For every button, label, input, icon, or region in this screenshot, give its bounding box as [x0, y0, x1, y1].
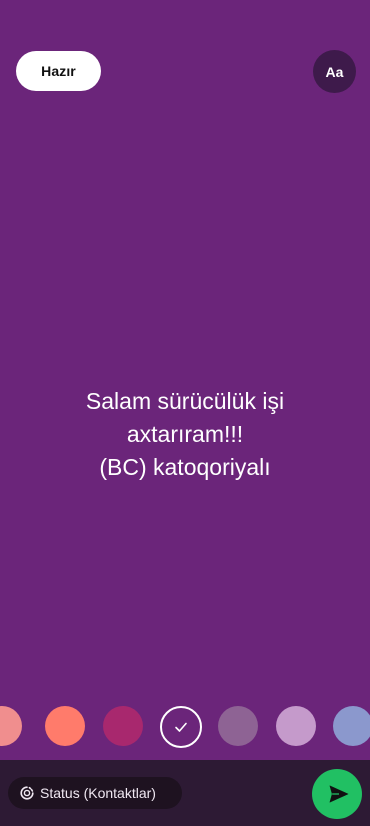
- status-text-line: (BC) katoqoriyalı: [99, 454, 271, 480]
- color-swatch[interactable]: [333, 706, 370, 746]
- color-swatch[interactable]: [276, 706, 316, 746]
- check-icon: [175, 722, 187, 732]
- send-icon: [329, 785, 348, 803]
- status-audience-button[interactable]: Status (Kontaktlar): [8, 777, 182, 809]
- done-button[interactable]: Hazır: [16, 51, 101, 91]
- color-palette: [0, 706, 370, 748]
- color-swatch[interactable]: [45, 706, 85, 746]
- color-swatch-selected[interactable]: [160, 706, 202, 748]
- bottom-bar: Status (Kontaktlar): [0, 760, 370, 826]
- color-swatch[interactable]: [0, 706, 22, 746]
- color-swatch[interactable]: [218, 706, 258, 746]
- font-style-button[interactable]: Aa: [313, 50, 356, 93]
- status-text-line: axtarıram!!!: [126, 421, 244, 447]
- status-audience-label: Status (Kontaktlar): [40, 785, 156, 801]
- color-swatch[interactable]: [103, 706, 143, 746]
- send-button[interactable]: [312, 769, 362, 819]
- status-text[interactable]: Salam sürücülük işi axtarıram!!! (BC) ka…: [20, 385, 350, 484]
- status-ring-icon: [19, 785, 35, 801]
- status-canvas[interactable]: Hazır Aa Salam sürücülük işi axtarıram!!…: [0, 0, 370, 760]
- status-text-line: Salam sürücülük işi: [85, 388, 285, 414]
